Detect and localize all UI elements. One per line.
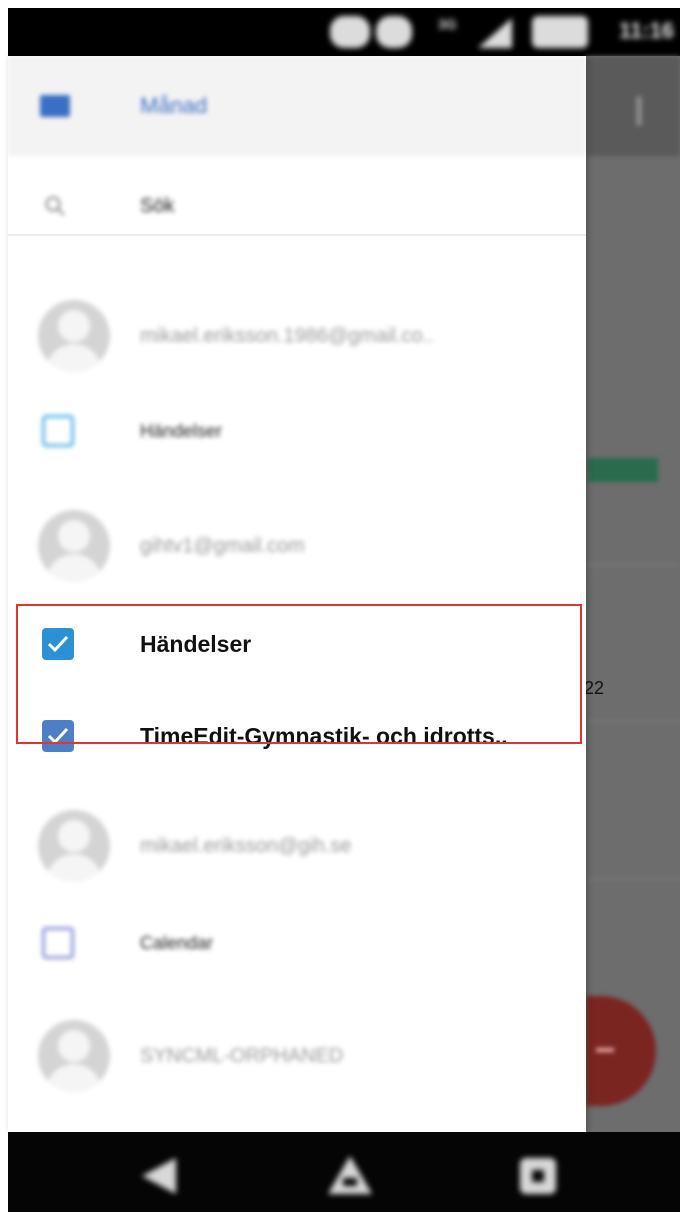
add-event-button[interactable] <box>586 996 656 1106</box>
account-header: gihtv1@gmail.com <box>8 496 586 596</box>
status-bar: 3G 11:16 <box>8 8 680 56</box>
avatar <box>38 1020 110 1092</box>
account-email: SYNCML-ORPHANED <box>140 1044 344 1067</box>
system-nav-bar <box>8 1132 680 1212</box>
background-calendar-app: 22 <box>584 56 680 1132</box>
account-email: gihtv1@gmail.com <box>140 534 305 557</box>
recents-button[interactable] <box>516 1154 560 1203</box>
plus-icon <box>596 1048 614 1052</box>
view-month-item[interactable]: Månad <box>8 56 586 156</box>
sync-icon <box>330 16 370 48</box>
battery-icon <box>532 16 588 48</box>
calendar-checkbox-unchecked[interactable] <box>42 927 74 959</box>
calendar-checkbox-checked[interactable] <box>42 720 74 752</box>
calendar-name: Händelser <box>140 420 223 441</box>
alarm-icon <box>376 16 412 48</box>
search-icon <box>44 195 66 217</box>
calendar-item-selected[interactable]: TimeEdit-Gymnastik- och idrotts.. <box>8 696 586 776</box>
home-button[interactable] <box>326 1154 374 1203</box>
check-icon <box>47 635 69 653</box>
check-icon <box>47 727 69 745</box>
divider <box>586 564 680 566</box>
app-bar <box>586 56 680 156</box>
divider <box>586 878 680 880</box>
navigation-drawer: Månad Sök mikael.eriksson.1986@gmail.co.… <box>8 56 586 1132</box>
divider <box>8 234 586 236</box>
avatar <box>38 300 110 372</box>
search-item[interactable]: Sök <box>8 156 586 256</box>
date-fragment: 22 <box>584 678 605 698</box>
account-header: mikael.eriksson@gih.se <box>8 796 586 896</box>
back-button[interactable] <box>136 1154 184 1203</box>
account-email: mikael.eriksson@gih.se <box>140 834 352 857</box>
avatar <box>38 510 110 582</box>
month-label: Månad <box>140 93 208 118</box>
search-label: Sök <box>140 194 175 217</box>
network-type-label: 3G <box>438 16 457 32</box>
avatar <box>38 810 110 882</box>
calendar-item[interactable]: Calendar <box>8 898 586 988</box>
divider <box>586 720 680 722</box>
calendar-name: Händelser <box>140 630 252 657</box>
calendar-item-selected[interactable]: Händelser <box>8 604 586 684</box>
signal-icon <box>478 18 512 48</box>
calendar-name: TimeEdit-Gymnastik- och idrotts.. <box>140 722 508 749</box>
overflow-menu-icon[interactable] <box>636 96 642 126</box>
calendar-checkbox-checked[interactable] <box>42 628 74 660</box>
account-email: mikael.eriksson.1986@gmail.co.. <box>140 324 434 347</box>
clock: 11:16 <box>618 18 674 43</box>
calendar-grid-icon <box>40 95 70 117</box>
calendar-name: Calendar <box>140 932 214 953</box>
calendar-checkbox-unchecked[interactable] <box>42 415 74 447</box>
account-header: mikael.eriksson.1986@gmail.co.. <box>8 286 586 386</box>
account-header: SYNCML-ORPHANED <box>8 1006 586 1106</box>
calendar-item[interactable]: Händelser <box>8 386 586 476</box>
event-chip[interactable] <box>588 458 658 482</box>
